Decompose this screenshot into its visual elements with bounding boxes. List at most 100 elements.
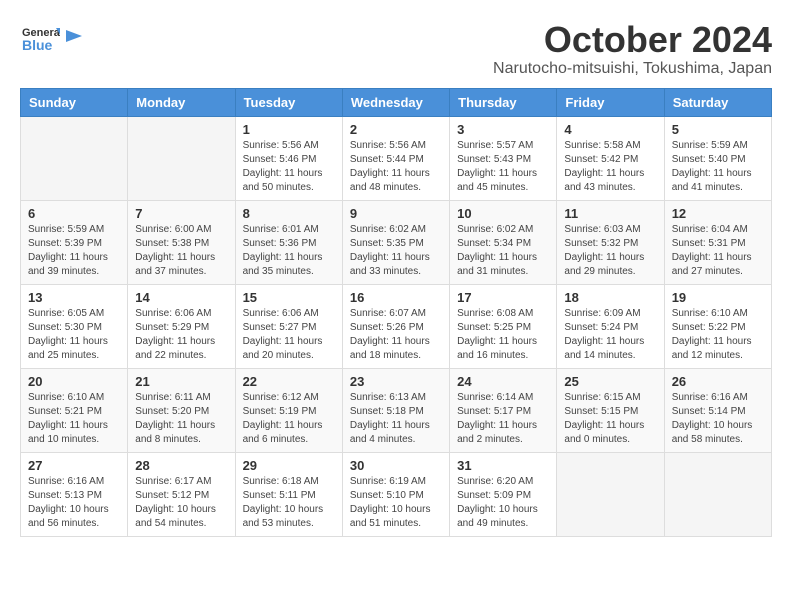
calendar-day-cell: 7 Sunrise: 6:00 AM Sunset: 5:38 PM Daylig… xyxy=(128,200,235,284)
day-number: 17 xyxy=(457,290,549,305)
svg-text:Blue: Blue xyxy=(22,37,53,53)
day-number: 18 xyxy=(564,290,656,305)
calendar-day-cell: 18 Sunrise: 6:09 AM Sunset: 5:24 PM Dayli… xyxy=(557,284,664,368)
calendar-day-cell: 15 Sunrise: 6:06 AM Sunset: 5:27 PM Dayli… xyxy=(235,284,342,368)
day-number: 21 xyxy=(135,374,227,389)
calendar-day-cell: 12Sunrise: 6:04 AM Sunset: 5:31 PM Dayli… xyxy=(664,200,771,284)
day-number: 20 xyxy=(28,374,120,389)
day-info: Sunrise: 6:06 AM Sunset: 5:29 PM Dayligh… xyxy=(135,307,227,363)
day-number: 14 xyxy=(135,290,227,305)
calendar-weekday-header: Wednesday xyxy=(342,88,449,116)
calendar-day-cell: 25 Sunrise: 6:15 AM Sunset: 5:15 PM Dayli… xyxy=(557,368,664,452)
day-info: Sunrise: 6:06 AM Sunset: 5:27 PM Dayligh… xyxy=(243,307,335,363)
page-header: General Blue October 2024 Narutocho-mits… xyxy=(20,20,772,78)
day-number: 26 xyxy=(672,374,764,389)
calendar-day-cell: 9 Sunrise: 6:02 AM Sunset: 5:35 PM Daylig… xyxy=(342,200,449,284)
calendar-day-cell xyxy=(128,116,235,200)
day-info: Sunrise: 6:16 AM Sunset: 5:14 PM Dayligh… xyxy=(672,391,764,447)
calendar-day-cell: 30 Sunrise: 6:19 AM Sunset: 5:10 PM Dayli… xyxy=(342,452,449,536)
day-number: 30 xyxy=(350,458,442,473)
calendar-week-row: 27Sunrise: 6:16 AM Sunset: 5:13 PM Dayli… xyxy=(21,452,772,536)
calendar-week-row: 1 Sunrise: 5:56 AM Sunset: 5:46 PM Daylig… xyxy=(21,116,772,200)
calendar-day-cell: 3Sunrise: 5:57 AM Sunset: 5:43 PM Daylig… xyxy=(450,116,557,200)
calendar-day-cell: 16Sunrise: 6:07 AM Sunset: 5:26 PM Dayli… xyxy=(342,284,449,368)
calendar-day-cell: 27Sunrise: 6:16 AM Sunset: 5:13 PM Dayli… xyxy=(21,452,128,536)
day-info: Sunrise: 6:10 AM Sunset: 5:21 PM Dayligh… xyxy=(28,391,120,447)
calendar-subtitle: Narutocho-mitsuishi, Tokushima, Japan xyxy=(493,60,772,78)
calendar-day-cell: 17 Sunrise: 6:08 AM Sunset: 5:25 PM Dayli… xyxy=(450,284,557,368)
day-info: Sunrise: 5:57 AM Sunset: 5:43 PM Dayligh… xyxy=(457,139,549,195)
day-number: 19 xyxy=(672,290,764,305)
calendar-title: October 2024 xyxy=(493,20,772,60)
day-number: 27 xyxy=(28,458,120,473)
day-info: Sunrise: 6:02 AM Sunset: 5:34 PM Dayligh… xyxy=(457,223,549,279)
title-section: October 2024 Narutocho-mitsuishi, Tokush… xyxy=(493,20,772,78)
day-info: Sunrise: 6:09 AM Sunset: 5:24 PM Dayligh… xyxy=(564,307,656,363)
logo-icon: General Blue xyxy=(20,20,60,60)
day-info: Sunrise: 6:02 AM Sunset: 5:35 PM Dayligh… xyxy=(350,223,442,279)
day-number: 4 xyxy=(564,122,656,137)
day-info: Sunrise: 5:56 AM Sunset: 5:46 PM Dayligh… xyxy=(243,139,335,195)
day-number: 9 xyxy=(350,206,442,221)
day-number: 1 xyxy=(243,122,335,137)
calendar-day-cell: 11 Sunrise: 6:03 AM Sunset: 5:32 PM Dayli… xyxy=(557,200,664,284)
calendar-week-row: 13 Sunrise: 6:05 AM Sunset: 5:30 PM Dayli… xyxy=(21,284,772,368)
calendar-table: SundayMondayTuesdayWednesdayThursdayFrid… xyxy=(20,88,772,537)
day-number: 10 xyxy=(457,206,549,221)
day-info: Sunrise: 6:12 AM Sunset: 5:19 PM Dayligh… xyxy=(243,391,335,447)
day-number: 11 xyxy=(564,206,656,221)
day-info: Sunrise: 6:11 AM Sunset: 5:20 PM Dayligh… xyxy=(135,391,227,447)
calendar-weekday-header: Friday xyxy=(557,88,664,116)
day-number: 23 xyxy=(350,374,442,389)
calendar-day-cell: 5Sunrise: 5:59 AM Sunset: 5:40 PM Daylig… xyxy=(664,116,771,200)
day-number: 15 xyxy=(243,290,335,305)
day-info: Sunrise: 6:08 AM Sunset: 5:25 PM Dayligh… xyxy=(457,307,549,363)
day-number: 25 xyxy=(564,374,656,389)
calendar-day-cell: 2Sunrise: 5:56 AM Sunset: 5:44 PM Daylig… xyxy=(342,116,449,200)
day-info: Sunrise: 6:20 AM Sunset: 5:09 PM Dayligh… xyxy=(457,475,549,531)
day-info: Sunrise: 6:05 AM Sunset: 5:30 PM Dayligh… xyxy=(28,307,120,363)
day-number: 22 xyxy=(243,374,335,389)
day-number: 12 xyxy=(672,206,764,221)
day-number: 16 xyxy=(350,290,442,305)
day-info: Sunrise: 6:19 AM Sunset: 5:10 PM Dayligh… xyxy=(350,475,442,531)
calendar-header-row: SundayMondayTuesdayWednesdayThursdayFrid… xyxy=(21,88,772,116)
calendar-weekday-header: Saturday xyxy=(664,88,771,116)
day-number: 29 xyxy=(243,458,335,473)
calendar-day-cell: 13 Sunrise: 6:05 AM Sunset: 5:30 PM Dayli… xyxy=(21,284,128,368)
calendar-day-cell: 19Sunrise: 6:10 AM Sunset: 5:22 PM Dayli… xyxy=(664,284,771,368)
calendar-day-cell: 24Sunrise: 6:14 AM Sunset: 5:17 PM Dayli… xyxy=(450,368,557,452)
calendar-week-row: 6Sunrise: 5:59 AM Sunset: 5:39 PM Daylig… xyxy=(21,200,772,284)
day-info: Sunrise: 6:18 AM Sunset: 5:11 PM Dayligh… xyxy=(243,475,335,531)
calendar-day-cell xyxy=(557,452,664,536)
calendar-day-cell: 8 Sunrise: 6:01 AM Sunset: 5:36 PM Daylig… xyxy=(235,200,342,284)
calendar-day-cell: 10 Sunrise: 6:02 AM Sunset: 5:34 PM Dayli… xyxy=(450,200,557,284)
calendar-day-cell: 26 Sunrise: 6:16 AM Sunset: 5:14 PM Dayli… xyxy=(664,368,771,452)
day-info: Sunrise: 6:15 AM Sunset: 5:15 PM Dayligh… xyxy=(564,391,656,447)
day-info: Sunrise: 6:03 AM Sunset: 5:32 PM Dayligh… xyxy=(564,223,656,279)
logo-flag-icon xyxy=(64,28,84,52)
calendar-weekday-header: Sunday xyxy=(21,88,128,116)
calendar-day-cell: 29 Sunrise: 6:18 AM Sunset: 5:11 PM Dayli… xyxy=(235,452,342,536)
day-number: 28 xyxy=(135,458,227,473)
calendar-week-row: 20 Sunrise: 6:10 AM Sunset: 5:21 PM Dayli… xyxy=(21,368,772,452)
calendar-weekday-header: Thursday xyxy=(450,88,557,116)
calendar-day-cell: 21 Sunrise: 6:11 AM Sunset: 5:20 PM Dayli… xyxy=(128,368,235,452)
day-number: 2 xyxy=(350,122,442,137)
day-number: 7 xyxy=(135,206,227,221)
calendar-weekday-header: Monday xyxy=(128,88,235,116)
day-info: Sunrise: 6:01 AM Sunset: 5:36 PM Dayligh… xyxy=(243,223,335,279)
day-number: 13 xyxy=(28,290,120,305)
calendar-day-cell: 28 Sunrise: 6:17 AM Sunset: 5:12 PM Dayli… xyxy=(128,452,235,536)
day-number: 5 xyxy=(672,122,764,137)
calendar-day-cell: 20 Sunrise: 6:10 AM Sunset: 5:21 PM Dayli… xyxy=(21,368,128,452)
day-info: Sunrise: 6:13 AM Sunset: 5:18 PM Dayligh… xyxy=(350,391,442,447)
day-info: Sunrise: 6:17 AM Sunset: 5:12 PM Dayligh… xyxy=(135,475,227,531)
day-info: Sunrise: 6:00 AM Sunset: 5:38 PM Dayligh… xyxy=(135,223,227,279)
day-number: 31 xyxy=(457,458,549,473)
day-info: Sunrise: 5:58 AM Sunset: 5:42 PM Dayligh… xyxy=(564,139,656,195)
calendar-day-cell: 1 Sunrise: 5:56 AM Sunset: 5:46 PM Daylig… xyxy=(235,116,342,200)
day-info: Sunrise: 5:59 AM Sunset: 5:39 PM Dayligh… xyxy=(28,223,120,279)
day-number: 8 xyxy=(243,206,335,221)
calendar-day-cell: 4 Sunrise: 5:58 AM Sunset: 5:42 PM Daylig… xyxy=(557,116,664,200)
